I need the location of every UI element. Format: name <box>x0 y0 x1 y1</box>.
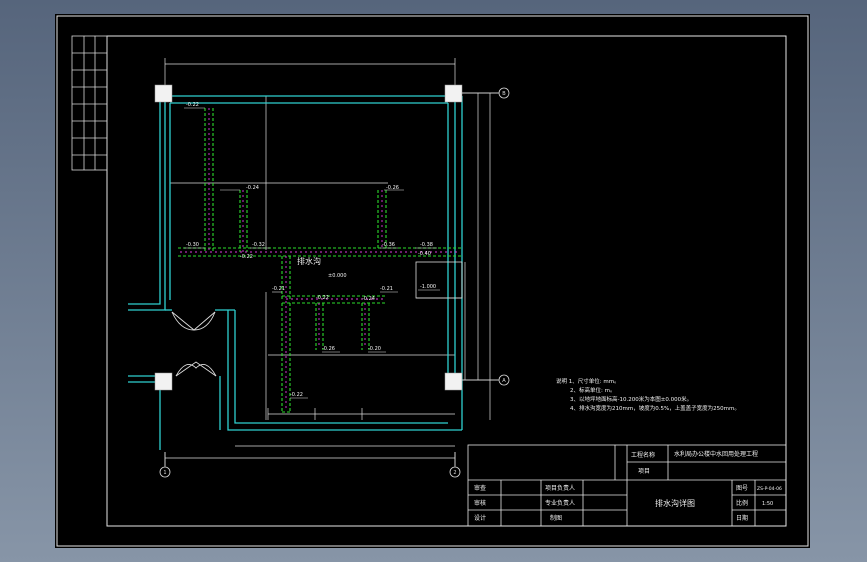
floor-level: ±0.000 <box>328 273 347 279</box>
level-label: -0.26 <box>386 185 399 191</box>
note-line: 说明 1、尺寸单位: mm。 <box>556 377 620 385</box>
note-line: 4、排水沟宽度为210mm，坡度为0.5%，上盖盖子宽度为250mm。 <box>570 404 740 412</box>
level-label: -0.38 <box>420 242 433 248</box>
check-label: 审核 <box>474 499 486 507</box>
level-label: -0.30 <box>186 242 199 248</box>
level-label: -0.21 <box>380 286 393 292</box>
note-line: 2、标高单位: m。 <box>570 386 615 394</box>
axis-label-2: 2 <box>453 470 456 476</box>
axis-label-a: A <box>502 378 506 384</box>
scale-label: 比例 <box>736 499 748 507</box>
drawing-no: ZS-P-04-06 <box>757 486 782 492</box>
item-label: 项目 <box>638 468 650 475</box>
note-line: 3、以地坪地面标高-10.200米为本图±0.000米。 <box>570 395 692 403</box>
scale-value: 1:50 <box>762 501 773 507</box>
level-label: -0.32 <box>252 242 265 248</box>
level-label: -0.22 <box>240 254 253 260</box>
level-label: -0.22 <box>186 102 199 108</box>
design-label: 设计 <box>474 514 486 522</box>
level-label: -0.24 <box>246 185 259 191</box>
date-label: 日期 <box>736 514 748 522</box>
cad-drawing-viewport[interactable]: -0.22 -0.24 -0.26 -0.30 -0.32 -0.36 -0.3… <box>0 0 867 562</box>
level-label: -0.20 <box>368 346 381 352</box>
axis-label-b: B <box>502 91 506 97</box>
discipline-lead-label: 专业负责人 <box>545 499 575 507</box>
project-lead-label: 项目负责人 <box>545 484 575 492</box>
level-label: -0.24 <box>362 296 375 302</box>
level-label: -0.26 <box>322 346 335 352</box>
drawing-title: 排水沟详图 <box>655 498 695 508</box>
pit-level: -1.000 <box>420 284 436 290</box>
level-label: -0.22 <box>316 295 329 301</box>
trench-label: 排水沟 <box>297 256 321 266</box>
level-label: -0.40 <box>418 251 431 257</box>
level-label: -0.36 <box>382 242 395 248</box>
level-label: -0.22 <box>290 392 303 398</box>
drafting-label: 制图 <box>550 514 562 522</box>
review-label: 审查 <box>474 484 486 492</box>
axis-label-1: 1 <box>163 470 166 476</box>
project-name: 水利局办公楼中水回用处理工程 <box>674 450 758 458</box>
drawing-no-label: 图号 <box>736 485 748 492</box>
project-name-label: 工程名称 <box>631 451 655 459</box>
level-label: -0.21 <box>272 286 285 292</box>
